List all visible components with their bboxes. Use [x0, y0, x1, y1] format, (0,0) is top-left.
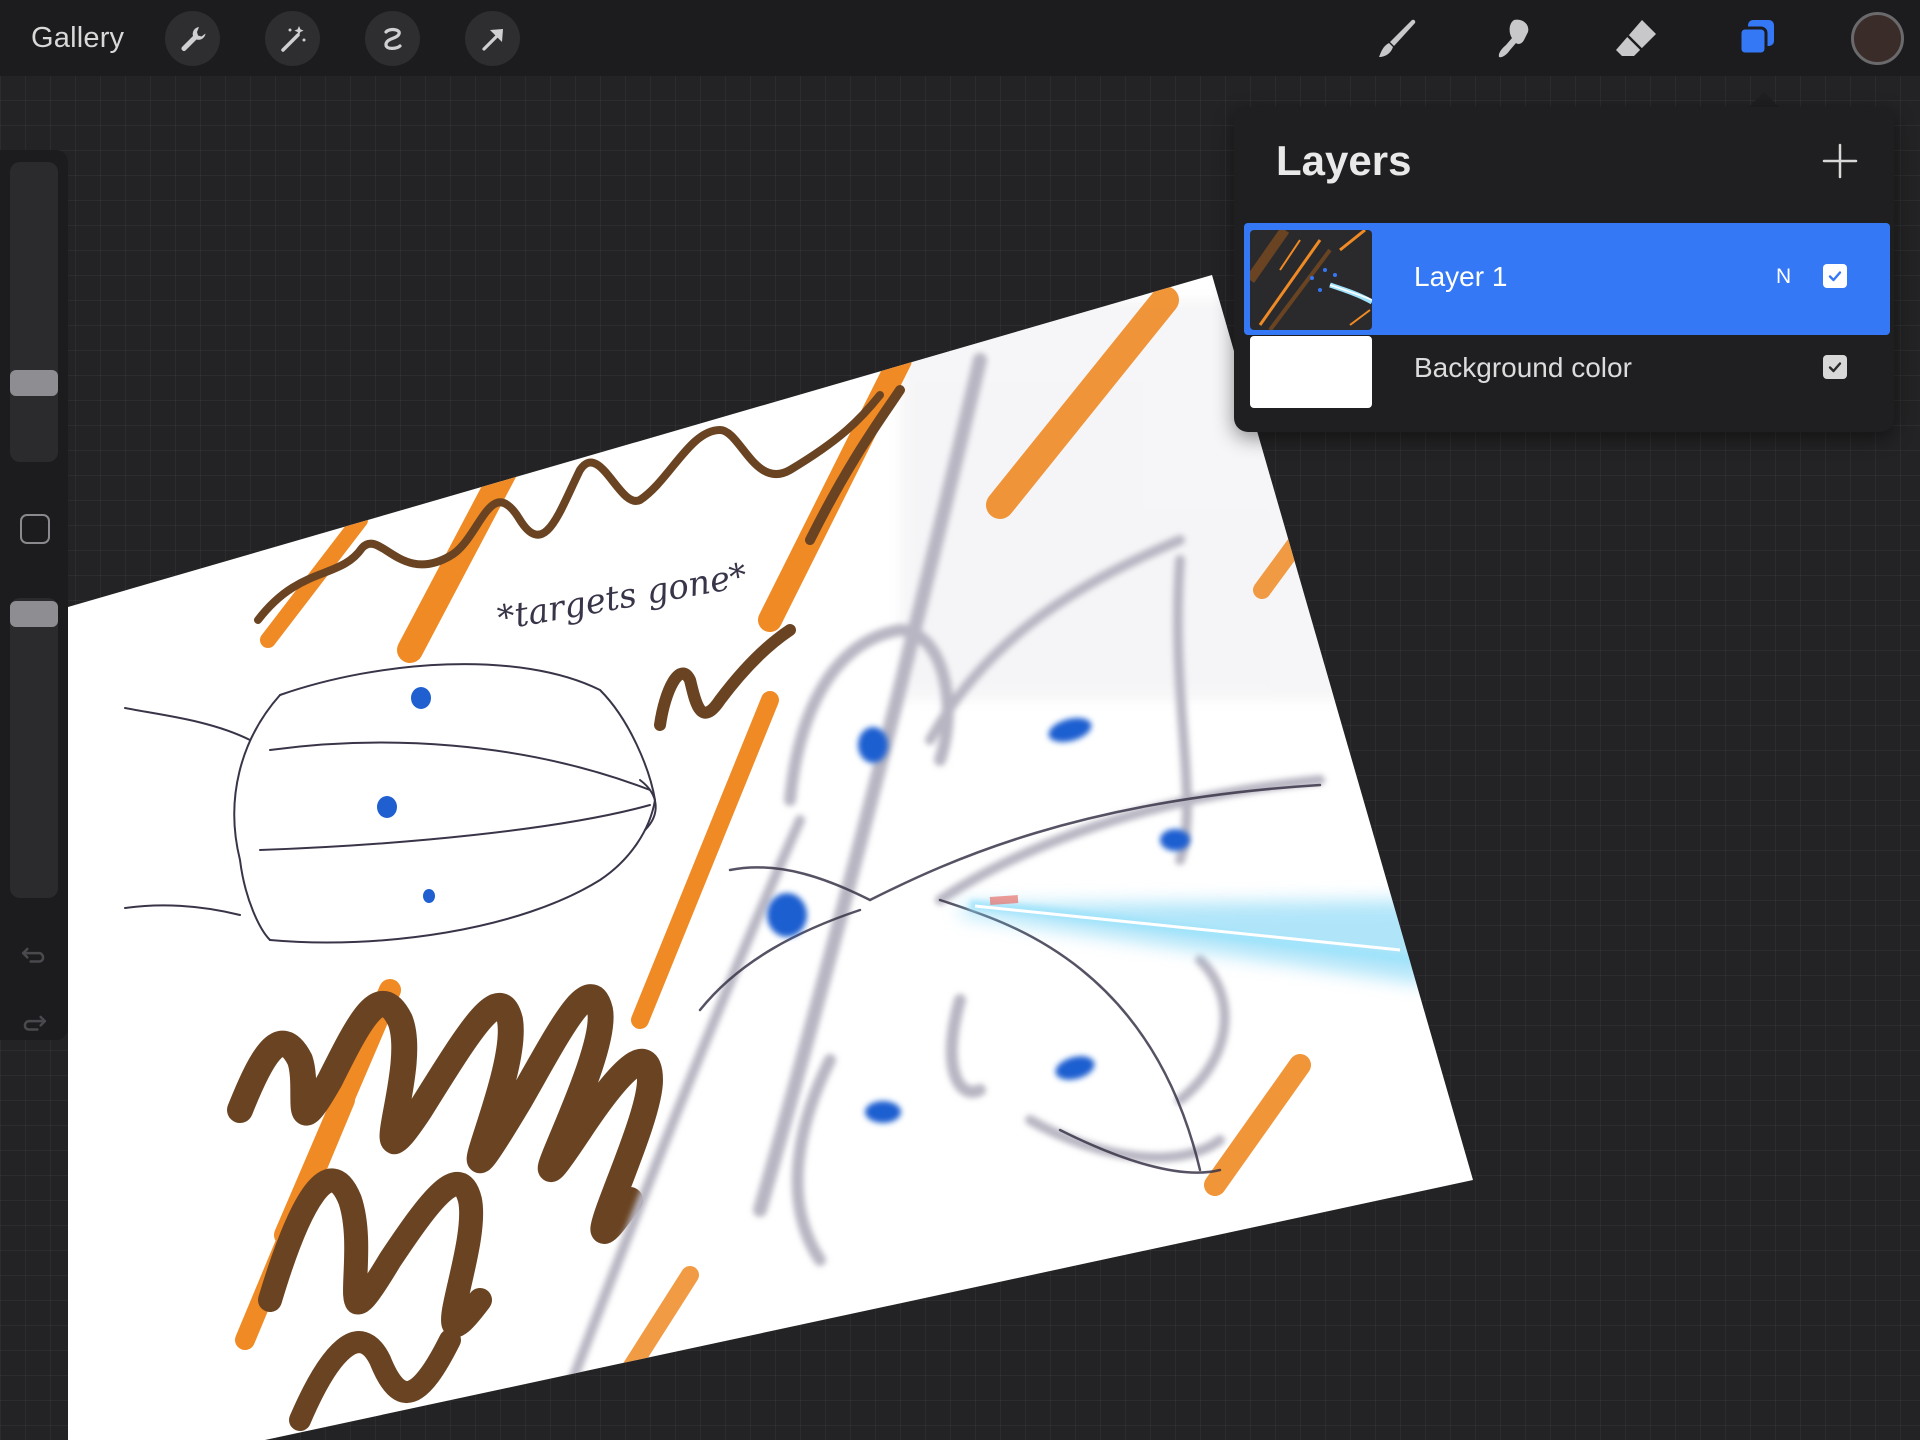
transform-button[interactable] — [465, 11, 520, 66]
opacity-knob[interactable] — [10, 601, 58, 627]
redo-icon — [23, 1015, 47, 1031]
brush-icon — [1379, 19, 1416, 57]
blend-mode-button[interactable]: N — [1776, 265, 1791, 289]
opacity-slider[interactable] — [10, 598, 58, 898]
wrench-icon — [181, 26, 205, 51]
undo-icon — [21, 947, 45, 963]
layer-name: Layer 1 — [1414, 261, 1508, 292]
layers-icon — [1738, 20, 1774, 56]
layers-panel-title: Layers — [1276, 137, 1412, 184]
checkmark-icon — [1828, 362, 1842, 373]
layers-button[interactable] — [1730, 12, 1784, 66]
brush-button[interactable] — [1370, 12, 1424, 66]
add-layer-icon[interactable] — [1820, 141, 1860, 181]
layers-panel-caret — [1748, 92, 1780, 108]
left-sidebar — [0, 150, 68, 1040]
actions-button[interactable] — [165, 11, 220, 66]
adjustments-button[interactable] — [265, 11, 320, 66]
brush-size-slider[interactable] — [10, 162, 58, 462]
modify-button[interactable] — [20, 514, 50, 544]
layer-thumbnail — [1250, 230, 1372, 330]
layers-panel: Layers Layer 1 N Background color — [1234, 107, 1894, 432]
undo-button[interactable] — [16, 936, 52, 972]
transform-arrow-icon — [481, 28, 503, 51]
color-picker-swatch[interactable] — [1851, 12, 1904, 65]
background-visibility-checkbox[interactable] — [1823, 355, 1847, 379]
eraser-button[interactable] — [1610, 12, 1664, 66]
layer-name: Background color — [1414, 352, 1632, 383]
brush-size-knob[interactable] — [10, 370, 58, 396]
checkmark-icon — [1828, 271, 1842, 282]
smudge-button[interactable] — [1490, 12, 1544, 66]
selection-button[interactable] — [365, 11, 420, 66]
selection-icon — [383, 27, 402, 50]
smudge-icon — [1498, 19, 1529, 58]
top-toolbar: Gallery — [0, 0, 1920, 76]
layer-visibility-checkbox[interactable] — [1823, 264, 1847, 288]
gallery-button[interactable]: Gallery — [31, 18, 124, 58]
redo-button[interactable] — [16, 1004, 52, 1040]
background-color-swatch — [1250, 336, 1372, 408]
magic-wand-icon — [280, 25, 305, 52]
layer-row-layer-1[interactable]: Layer 1 N — [1244, 223, 1890, 335]
layer-row-background-color[interactable]: Background color — [1244, 332, 1890, 444]
eraser-icon — [1616, 20, 1656, 56]
